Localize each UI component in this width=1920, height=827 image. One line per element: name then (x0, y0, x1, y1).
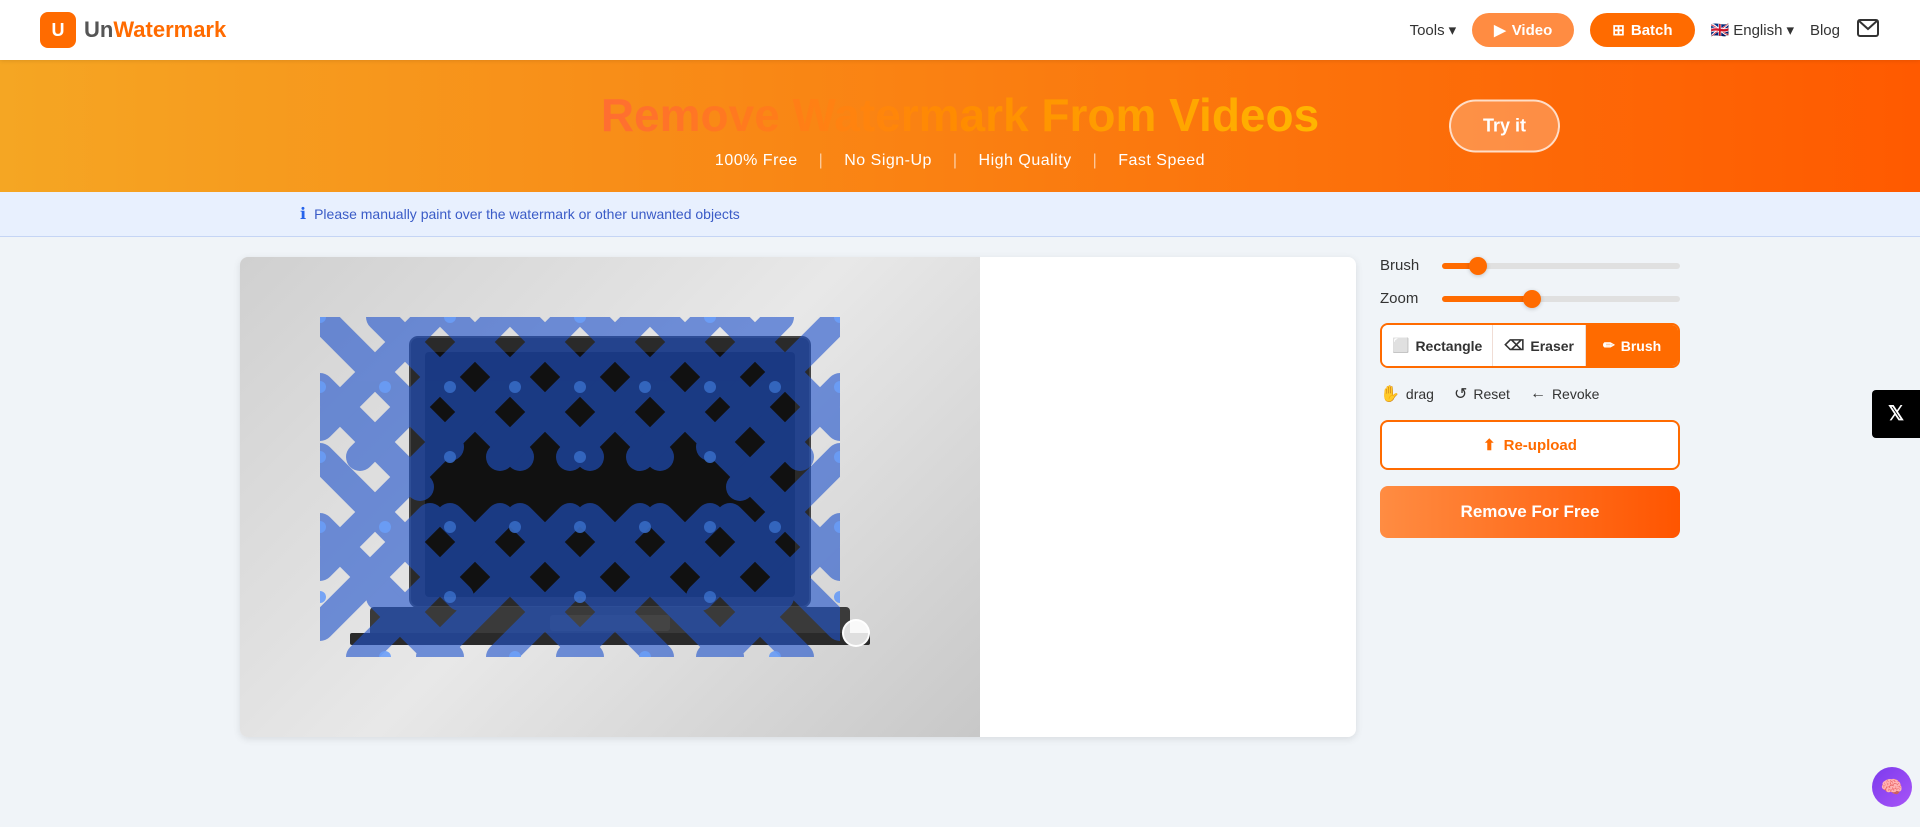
x-icon: 𝕏 (1888, 401, 1904, 426)
drag-label: drag (1406, 386, 1434, 402)
info-message: Please manually paint over the watermark… (314, 206, 740, 222)
reset-button[interactable]: ↺ Reset (1454, 384, 1510, 404)
tool-buttons-group: ⬜ Rectangle ⌫ Eraser ✏ Brush (1380, 323, 1680, 368)
blog-link[interactable]: Blog (1810, 22, 1840, 39)
reupload-button[interactable]: ⬆ Re-upload (1380, 420, 1680, 470)
brush-handle[interactable] (842, 619, 870, 647)
zoom-row: Zoom (1380, 290, 1680, 307)
logo-text: UnWatermark (84, 17, 226, 43)
drag-icon: ✋ (1380, 384, 1400, 404)
zoom-label: Zoom (1380, 290, 1430, 307)
subtitle-quality: High Quality (979, 152, 1072, 169)
eraser-label: Eraser (1530, 338, 1574, 354)
x-social-button[interactable]: 𝕏 (1872, 390, 1920, 438)
remove-button[interactable]: Remove For Free (1380, 486, 1680, 538)
eraser-icon: ⌫ (1505, 337, 1525, 354)
brush-button[interactable]: ✏ Brush (1585, 325, 1678, 366)
flag-icon: 🇬🇧 (1711, 21, 1730, 39)
revoke-icon: ← (1530, 385, 1546, 403)
brush-thumb[interactable] (1469, 257, 1487, 275)
upload-icon: ⬆ (1483, 436, 1496, 454)
chevron-down-icon: ▾ (1786, 21, 1794, 39)
mail-icon[interactable] (1856, 16, 1880, 45)
subtitle-nosignup: No Sign-Up (844, 152, 932, 169)
tools-panel: Brush Zoom ⬜ Rectangle ⌫ Eraser (1380, 257, 1680, 538)
revoke-button[interactable]: ← Revoke (1530, 385, 1599, 403)
main-content: Brush Zoom ⬜ Rectangle ⌫ Eraser (0, 237, 1920, 777)
rectangle-button[interactable]: ⬜ Rectangle (1382, 325, 1492, 366)
tools-label: Tools (1410, 22, 1445, 39)
reset-label: Reset (1473, 386, 1510, 402)
info-icon: ℹ (300, 204, 306, 224)
eraser-button[interactable]: ⌫ Eraser (1492, 325, 1585, 366)
info-bar: ℹ Please manually paint over the waterma… (0, 192, 1920, 237)
canvas-area[interactable] (240, 257, 980, 737)
chevron-down-icon: ▾ (1449, 21, 1457, 39)
ai-brain-button[interactable]: 🧠 (1872, 767, 1912, 807)
nav-right: Tools ▾ ▶ Video ⊞ Batch 🇬🇧 English ▾ Blo… (1410, 13, 1880, 47)
brush-tool-label: Brush (1621, 338, 1661, 354)
video-icon: ▶ (1494, 21, 1506, 39)
zoom-thumb[interactable] (1523, 290, 1541, 308)
rectangle-icon: ⬜ (1392, 337, 1409, 354)
language-selector[interactable]: 🇬🇧 English ▾ (1711, 21, 1794, 39)
logo[interactable]: U UnWatermark (40, 12, 226, 48)
try-button[interactable]: Try it (1449, 100, 1560, 153)
hero-subtitle: 100% Free | No Sign-Up | High Quality | … (40, 152, 1880, 170)
brush-label: Brush (1380, 257, 1430, 274)
brush-slider[interactable] (1442, 263, 1680, 269)
brush-icon: ✏ (1603, 337, 1615, 354)
zoom-fill (1442, 296, 1532, 302)
batch-label: Batch (1631, 22, 1673, 39)
brain-icon: 🧠 (1881, 777, 1903, 798)
reset-icon: ↺ (1454, 384, 1467, 404)
subtitle-speed: Fast Speed (1118, 152, 1205, 169)
hero-banner: Remove Watermark From Videos 100% Free |… (0, 60, 1920, 192)
language-label: English (1733, 22, 1782, 39)
video-label: Video (1512, 22, 1553, 39)
brush-mask (320, 317, 840, 657)
video-button[interactable]: ▶ Video (1472, 13, 1574, 47)
action-row: ✋ drag ↺ Reset ← Revoke (1380, 384, 1680, 404)
tools-menu[interactable]: Tools ▾ (1410, 21, 1457, 39)
rectangle-label: Rectangle (1415, 338, 1482, 354)
batch-icon: ⊞ (1612, 21, 1625, 39)
brush-row: Brush (1380, 257, 1680, 274)
logo-icon: U (40, 12, 76, 48)
canvas-wrapper[interactable] (240, 257, 1356, 737)
batch-button[interactable]: ⊞ Batch (1590, 13, 1694, 47)
reupload-label: Re-upload (1504, 437, 1577, 454)
hero-title: Remove Watermark From Videos (40, 88, 1880, 142)
revoke-label: Revoke (1552, 386, 1599, 402)
drag-button[interactable]: ✋ drag (1380, 384, 1434, 404)
navbar: U UnWatermark Tools ▾ ▶ Video ⊞ Batch 🇬🇧… (0, 0, 1920, 60)
subtitle-free: 100% Free (715, 152, 798, 169)
zoom-slider[interactable] (1442, 296, 1680, 302)
